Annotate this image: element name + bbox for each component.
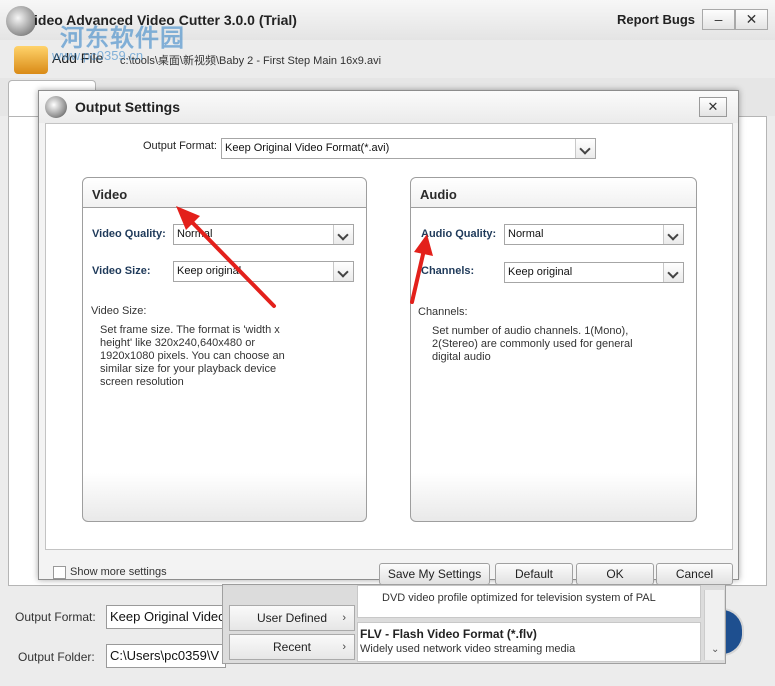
video-quality-select[interactable]: Normal: [173, 224, 354, 245]
audio-description: Set number of audio channels. 1(Mono), 2…: [432, 325, 690, 364]
desc-line: similar size for your playback device: [100, 363, 277, 375]
recent-label: Recent: [272, 640, 312, 654]
output-folder-label: Output Folder:: [18, 650, 95, 664]
chevron-down-icon[interactable]: [333, 225, 353, 244]
audio-desc-heading: Channels:: [418, 306, 468, 318]
channels-select[interactable]: Keep original: [504, 262, 684, 283]
close-icon[interactable]: ✕: [735, 9, 768, 30]
video-group-heading: Video: [83, 178, 366, 208]
profile-item-dvd-pal[interactable]: DVD video profile optimized for televisi…: [357, 585, 701, 618]
profile-item-desc: DVD video profile optimized for televisi…: [382, 592, 656, 604]
audio-quality-select[interactable]: Normal: [504, 224, 684, 245]
file-path: c:\tools\桌面\新视频\Baby 2 - First Step Main…: [120, 55, 382, 67]
audio-group-heading: Audio: [411, 178, 696, 208]
desc-line: digital audio: [432, 351, 491, 363]
output-format-label: Output Format:: [143, 140, 217, 152]
output-format-select[interactable]: Keep Original Video Format(*.avi): [221, 138, 596, 159]
show-more-checkbox[interactable]: [53, 566, 66, 579]
chevron-right-icon: ›: [342, 641, 346, 653]
profile-item-flv[interactable]: FLV - Flash Video Format (*.flv) Widely …: [357, 622, 701, 662]
desc-line: Set frame size. The format is 'width x: [100, 324, 280, 336]
save-settings-button[interactable]: Save My Settings: [379, 563, 490, 585]
audio-group: Audio Audio Quality: Normal Channels: Ke…: [410, 177, 697, 522]
video-group: Video Video Quality: Normal Video Size: …: [82, 177, 367, 522]
output-settings-dialog: Output Settings ✕ Output Format: Keep Or…: [38, 90, 739, 585]
app-logo-icon: [6, 6, 36, 36]
profile-item-desc: Widely used network video streaming medi…: [360, 643, 576, 655]
profile-scrollbar[interactable]: ⌄: [704, 590, 724, 660]
desc-line: height' like 320x240,640x480 or: [100, 337, 255, 349]
video-description: Set frame size. The format is 'width x h…: [100, 324, 360, 389]
user-defined-button[interactable]: User Defined ›: [229, 605, 355, 631]
dialog-logo-icon: [45, 96, 67, 118]
chevron-right-icon: ›: [342, 612, 346, 624]
chevron-down-icon[interactable]: [333, 262, 353, 281]
video-quality-label: Video Quality:: [92, 228, 166, 240]
audio-quality-label: Audio Quality:: [421, 228, 497, 240]
default-button[interactable]: Default: [495, 563, 573, 585]
chevron-down-icon[interactable]: [575, 139, 595, 158]
video-quality-value: Normal: [177, 228, 213, 240]
video-size-label: Video Size:: [92, 265, 151, 277]
chevron-down-icon[interactable]: [663, 263, 683, 282]
output-folder-field[interactable]: C:\Users\pc0359\V: [106, 644, 226, 668]
channels-label: Channels:: [421, 265, 475, 277]
recent-button[interactable]: Recent ›: [229, 634, 355, 660]
desc-line: screen resolution: [100, 376, 184, 388]
video-size-value: Keep original: [177, 265, 242, 277]
add-file-icon[interactable]: [14, 46, 48, 74]
desc-line: Set number of audio channels. 1(Mono),: [432, 325, 629, 337]
desc-line: 2(Stereo) are commonly used for general: [432, 338, 633, 350]
user-defined-label: User Defined: [256, 611, 328, 625]
output-format-label: Output Format:: [15, 610, 96, 624]
dialog-close-icon[interactable]: ✕: [699, 97, 727, 117]
video-size-select[interactable]: Keep original: [173, 261, 354, 282]
cancel-button[interactable]: Cancel: [656, 563, 733, 585]
output-format-field[interactable]: Keep Original Video Format(*.avi): [106, 605, 226, 629]
video-desc-heading: Video Size:: [91, 305, 147, 317]
output-format-value: Keep Original Video Format(*.avi): [225, 142, 390, 154]
audio-quality-value: Normal: [508, 228, 544, 240]
minimize-icon[interactable]: –: [702, 9, 735, 30]
ok-button[interactable]: OK: [576, 563, 654, 585]
dialog-title: Output Settings: [75, 99, 180, 115]
profile-item-title: FLV - Flash Video Format (*.flv): [360, 627, 537, 641]
dialog-content-panel: Output Format: Keep Original Video Forma…: [45, 123, 733, 550]
scroll-down-icon[interactable]: ⌄: [711, 644, 719, 655]
desc-line: 1920x1080 pixels. You can choose an: [100, 350, 285, 362]
profile-popup: User Defined › Recent › DVD video profil…: [222, 584, 726, 664]
watermark-url: www.pc0359.cn: [52, 48, 144, 63]
report-bugs-link[interactable]: Report Bugs: [617, 12, 695, 27]
chevron-down-icon[interactable]: [663, 225, 683, 244]
show-more-label[interactable]: Show more settings: [70, 566, 167, 578]
channels-value: Keep original: [508, 266, 573, 278]
